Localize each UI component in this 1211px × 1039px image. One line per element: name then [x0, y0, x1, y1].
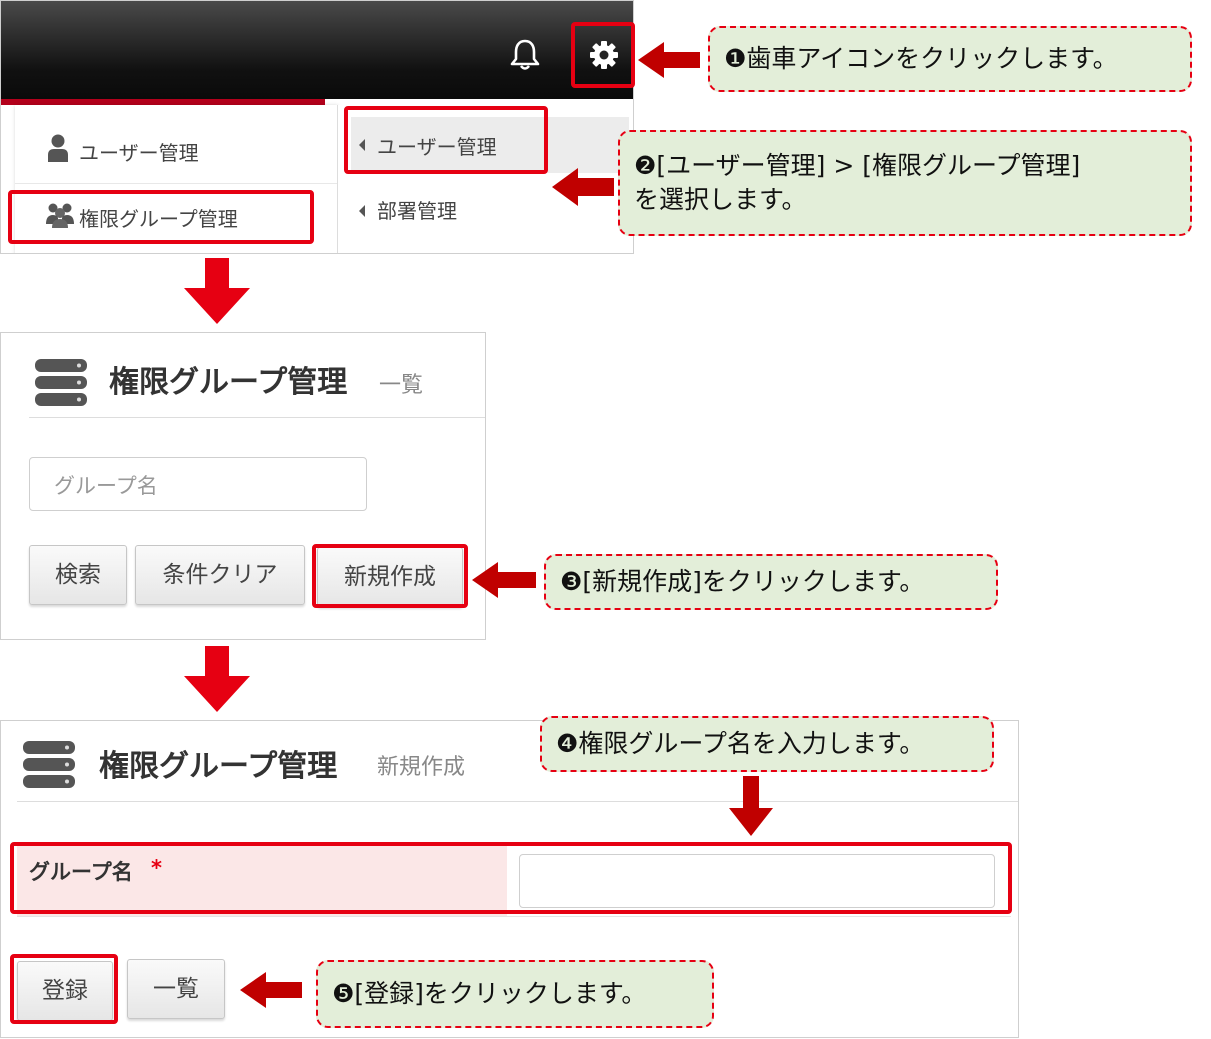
search-placeholder: グループ名: [54, 474, 158, 498]
pointer-arrow-left-3: [472, 560, 536, 600]
pointer-arrow-left-1: [638, 40, 700, 80]
highlight-gear: [571, 22, 635, 88]
search-button-label: 検索: [55, 562, 101, 588]
menu-item-user-management[interactable]: ユーザー管理: [41, 129, 321, 173]
highlight-group-name-row: [10, 842, 1012, 914]
callout-step4: ❹権限グループ名を入力します。: [540, 716, 994, 772]
menu-item-label: ユーザー管理: [79, 141, 199, 165]
clear-button-label: 条件クリア: [162, 562, 278, 588]
clear-conditions-button[interactable]: 条件クリア: [135, 545, 305, 605]
database-icon: [33, 357, 89, 407]
caret-left-icon: [359, 205, 365, 217]
list-button[interactable]: 一覧: [127, 959, 225, 1019]
bell-icon[interactable]: [507, 37, 543, 71]
page-title: 権限グループ管理: [109, 365, 348, 400]
flow-arrow-down-1: [182, 258, 252, 326]
group-name-search-input[interactable]: グループ名: [29, 457, 367, 511]
page-subtitle: 新規作成: [377, 755, 466, 780]
callout-step3-text: ❸[新規作成]をクリックします。: [560, 567, 925, 596]
callout-step2: ❷[ユーザー管理] > [権限グループ管理] を選択します。: [618, 130, 1192, 236]
flow-arrow-down-2: [182, 646, 252, 714]
title-divider: [17, 801, 1018, 802]
callout-step5: ❺[登録]をクリックします。: [316, 960, 714, 1028]
title-divider: [29, 417, 485, 418]
callout-step3: ❸[新規作成]をクリックします。: [544, 554, 998, 610]
submenu-item-label: 部署管理: [377, 199, 457, 223]
search-button[interactable]: 検索: [29, 545, 127, 605]
submenu-item-department[interactable]: 部署管理: [353, 189, 543, 233]
menu-divider: [15, 183, 337, 184]
callout-step1: ❶歯車アイコンをクリックします。: [708, 26, 1192, 92]
page-title: 権限グループ管理: [99, 749, 338, 784]
callout-step5-text: ❺[登録]をクリックします。: [332, 979, 647, 1008]
callout-step2-line1: ❷[ユーザー管理] > [権限グループ管理]: [634, 151, 1081, 180]
pointer-arrow-down-4: [728, 776, 774, 838]
database-icon: [21, 739, 77, 789]
page-subtitle: 一覧: [379, 373, 424, 398]
callout-step1-text: ❶歯車アイコンをクリックします。: [724, 44, 1118, 73]
list-button-label: 一覧: [153, 976, 199, 1002]
top-navbar: [1, 1, 633, 99]
callout-step4-text: ❹権限グループ名を入力します。: [556, 729, 925, 758]
highlight-permission-group: [8, 190, 314, 244]
user-icon: [47, 133, 69, 163]
callout-step2-line2: を選択します。: [634, 185, 807, 214]
highlight-create-button: [312, 544, 468, 608]
highlight-submenu-user: [344, 106, 548, 174]
pointer-arrow-left-2: [552, 166, 614, 208]
highlight-register-button: [10, 954, 118, 1024]
pointer-arrow-left-5: [240, 970, 302, 1010]
